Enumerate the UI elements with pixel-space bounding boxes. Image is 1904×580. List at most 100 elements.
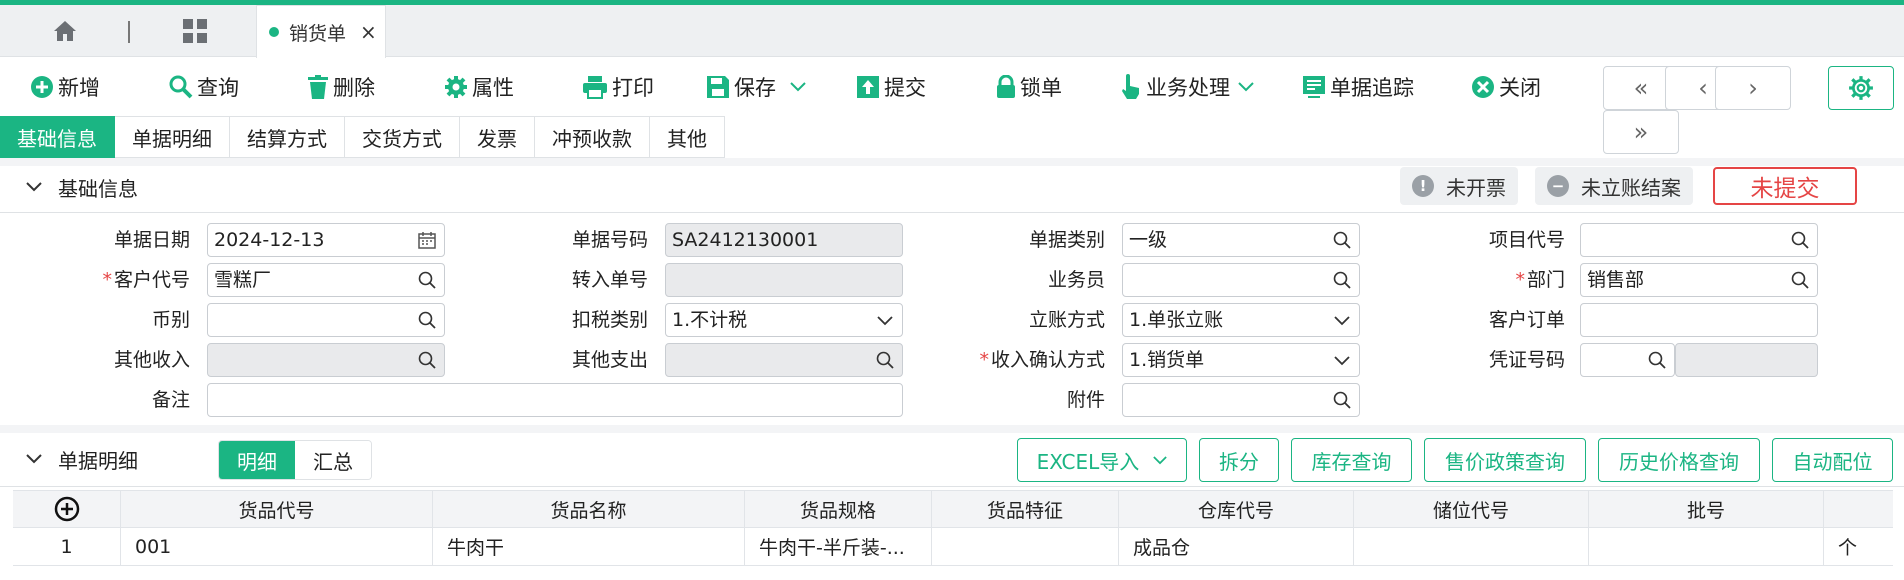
tab-basic-info[interactable]: 基础信息 xyxy=(0,116,115,158)
col-header-batch[interactable]: 批号 xyxy=(1589,491,1824,527)
close-label: 关闭 xyxy=(1499,76,1541,100)
currency-field[interactable] xyxy=(207,303,445,337)
search-icon[interactable] xyxy=(1648,351,1666,369)
search-icon[interactable] xyxy=(418,351,436,369)
other-expense-field[interactable] xyxy=(665,343,903,377)
calendar-icon[interactable] xyxy=(418,231,436,249)
remark-field[interactable] xyxy=(207,383,903,417)
chevron-down-icon[interactable] xyxy=(790,82,806,92)
home-icon[interactable] xyxy=(40,5,90,57)
account-method-select[interactable]: 1.单张立账 xyxy=(1122,303,1360,337)
cell-code[interactable]: 001 xyxy=(121,528,433,565)
tab-doc-detail[interactable]: 单据明细 xyxy=(115,116,230,158)
search-icon[interactable] xyxy=(418,311,436,329)
print-label: 打印 xyxy=(612,76,654,100)
tab-other[interactable]: 其他 xyxy=(650,116,725,158)
exclamation-icon: ! xyxy=(1412,175,1434,197)
search-icon[interactable] xyxy=(1333,231,1351,249)
cell-batch[interactable] xyxy=(1589,528,1824,565)
dept-field[interactable]: 销售部 xyxy=(1580,263,1818,297)
settings-button[interactable] xyxy=(1828,66,1894,110)
cust-order-field[interactable] xyxy=(1580,303,1818,337)
print-button[interactable]: 打印 xyxy=(582,68,654,106)
price-policy-query-button[interactable]: 售价政策查询 xyxy=(1424,438,1586,482)
doc-type-field[interactable]: 一级 xyxy=(1122,223,1360,257)
search-icon[interactable] xyxy=(876,351,894,369)
add-row-button[interactable] xyxy=(13,491,121,527)
cell-unit[interactable]: 个 xyxy=(1824,528,1893,565)
detail-view-button[interactable]: 明细 xyxy=(219,441,295,479)
add-button[interactable]: 新增 xyxy=(30,68,100,106)
voucher-type-field[interactable] xyxy=(1580,343,1675,377)
col-header-name[interactable]: 货品名称 xyxy=(433,491,745,527)
tax-label: 扣税类别 xyxy=(571,309,648,331)
auto-allocate-button[interactable]: 自动配位 xyxy=(1772,438,1893,482)
hand-pointer-icon xyxy=(1122,74,1139,99)
attachment-field[interactable] xyxy=(1122,383,1360,417)
delete-button[interactable]: 删除 xyxy=(307,68,375,106)
tab-invoice[interactable]: 发票 xyxy=(460,116,535,158)
col-header-code[interactable]: 货品代号 xyxy=(121,491,433,527)
transfer-field xyxy=(665,263,903,297)
tab-settlement[interactable]: 结算方式 xyxy=(230,116,345,158)
status-badge: 未提交 xyxy=(1713,167,1857,205)
col-header-unit[interactable] xyxy=(1824,491,1893,527)
other-income-field[interactable] xyxy=(207,343,445,377)
col-header-location[interactable]: 储位代号 xyxy=(1354,491,1589,527)
chevron-down-icon[interactable] xyxy=(1333,351,1351,369)
trace-button[interactable]: 单据追踪 xyxy=(1302,68,1414,106)
printer-icon xyxy=(583,76,607,99)
stock-query-button[interactable]: 库存查询 xyxy=(1291,438,1412,482)
tab-delivery[interactable]: 交货方式 xyxy=(345,116,460,158)
tab-sales-order[interactable]: 销货单 × xyxy=(256,5,386,58)
account-status-badge: − 未立账结案 xyxy=(1535,167,1693,205)
invoice-status-badge: ! 未开票 xyxy=(1400,167,1518,205)
currency-label: 币别 xyxy=(151,309,190,331)
excel-import-button[interactable]: EXCEL导入 xyxy=(1017,438,1187,482)
lock-icon xyxy=(997,75,1015,98)
search-icon[interactable] xyxy=(1791,231,1809,249)
search-icon[interactable] xyxy=(1791,271,1809,289)
next-record-button[interactable]: › xyxy=(1715,66,1791,110)
tax-select[interactable]: 1.不计税 xyxy=(665,303,903,337)
cell-location[interactable] xyxy=(1354,528,1589,565)
history-price-query-button[interactable]: 历史价格查询 xyxy=(1598,438,1760,482)
close-circle-icon xyxy=(1472,76,1494,98)
cell-name[interactable]: 牛肉干 xyxy=(433,528,745,565)
grid-menu-icon[interactable] xyxy=(170,5,220,57)
save-button[interactable]: 保存 xyxy=(706,68,810,106)
business-button[interactable]: 业务处理 xyxy=(1120,68,1258,106)
gear-icon xyxy=(445,76,467,98)
close-tab-icon[interactable]: × xyxy=(360,20,377,44)
search-icon[interactable] xyxy=(1333,271,1351,289)
split-button[interactable]: 拆分 xyxy=(1199,438,1279,482)
chevron-down-icon[interactable] xyxy=(1333,311,1351,329)
chevron-down-icon[interactable] xyxy=(876,311,894,329)
query-button[interactable]: 查询 xyxy=(169,68,239,106)
floppy-icon xyxy=(707,76,729,98)
search-icon[interactable] xyxy=(1333,391,1351,409)
project-field[interactable] xyxy=(1580,223,1818,257)
date-field[interactable]: 2024-12-13 xyxy=(207,223,445,257)
transfer-label: 转入单号 xyxy=(571,269,648,291)
tab-offset-prepayment[interactable]: 冲预收款 xyxy=(535,116,650,158)
income-confirm-select[interactable]: 1.销货单 xyxy=(1122,343,1360,377)
summary-view-button[interactable]: 汇总 xyxy=(295,441,371,479)
cell-feature[interactable] xyxy=(932,528,1119,565)
gear-icon xyxy=(1849,76,1873,100)
lock-button[interactable]: 锁单 xyxy=(996,68,1062,106)
col-header-feature[interactable]: 货品特征 xyxy=(932,491,1119,527)
customer-field[interactable]: 雪糕厂 xyxy=(207,263,445,297)
chevron-down-icon[interactable] xyxy=(1238,82,1254,92)
submit-button[interactable]: 提交 xyxy=(856,68,926,106)
search-icon[interactable] xyxy=(418,271,436,289)
cell-spec[interactable]: 牛肉干-半斤装-... xyxy=(745,528,932,565)
salesman-field[interactable] xyxy=(1122,263,1360,297)
table-row[interactable]: 1 001 牛肉干 牛肉干-半斤装-... 成品仓 个 xyxy=(13,528,1893,566)
col-header-spec[interactable]: 货品规格 xyxy=(745,491,932,527)
properties-button[interactable]: 属性 xyxy=(444,68,514,106)
col-header-warehouse[interactable]: 仓库代号 xyxy=(1119,491,1354,527)
close-button[interactable]: 关闭 xyxy=(1471,68,1541,106)
last-record-button[interactable]: » xyxy=(1603,110,1679,154)
cell-warehouse[interactable]: 成品仓 xyxy=(1119,528,1354,565)
